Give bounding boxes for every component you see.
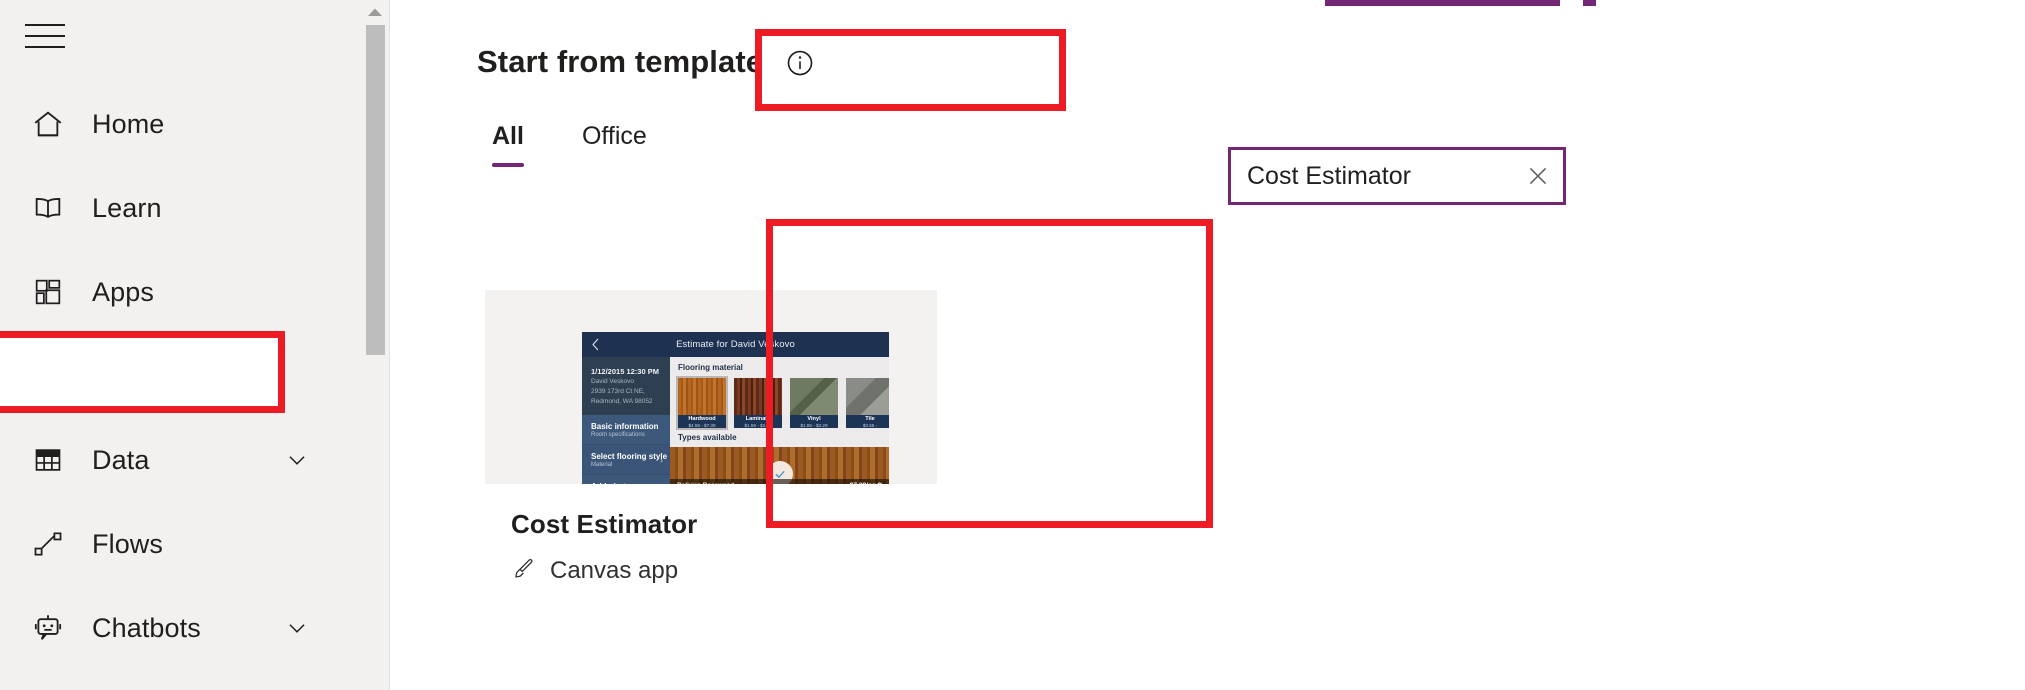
mock-top-bar: Estimate for David Veskovo bbox=[582, 332, 889, 357]
mock-nav-title: Basic information bbox=[591, 422, 659, 432]
mock-hero-material: Bolivian Rosewood $7.39/sq ft bbox=[670, 447, 889, 484]
material-swatch: Vinyl $1.85 - $2.29 bbox=[790, 378, 838, 428]
chevron-down-icon[interactable] bbox=[284, 615, 310, 641]
material-texture bbox=[790, 378, 838, 415]
bot-icon bbox=[26, 606, 70, 650]
app-preview-mock: Estimate for David Veskovo 1/12/2015 12:… bbox=[582, 332, 889, 484]
material-caption: Tile $3.55 - bbox=[846, 415, 889, 428]
material-swatch: Tile $3.55 - bbox=[846, 378, 889, 428]
tab-office[interactable]: Office bbox=[568, 122, 661, 167]
tab-active-underline bbox=[492, 163, 524, 167]
mock-nav-subtitle: Room specifications bbox=[591, 432, 645, 439]
table-icon bbox=[26, 438, 70, 482]
hamburger-menu-icon[interactable] bbox=[22, 16, 68, 56]
material-swatch-row: Hardwood $4.59 - $7.39 Laminate $1.59 - … bbox=[676, 376, 889, 430]
main-content-area: Start from template All Office Cost Esti… bbox=[390, 0, 2025, 690]
mock-nav-row: Add photos Capture photos bbox=[582, 475, 670, 484]
sidebar-item-label: Chatbots bbox=[92, 612, 201, 643]
material-price: $4.59 - $7.39 bbox=[688, 422, 716, 428]
material-name: Laminate bbox=[745, 416, 771, 422]
sidebar-item-home[interactable]: Home bbox=[0, 82, 360, 166]
material-price: $1.85 - $2.29 bbox=[800, 422, 828, 428]
template-card-title: Cost Estimator bbox=[511, 509, 698, 539]
mock-right-panel: Flooring material Hardwood $4.59 - $7.39 bbox=[670, 357, 889, 484]
material-price: $3.55 - bbox=[862, 422, 878, 428]
material-texture bbox=[734, 378, 782, 415]
material-caption: Hardwood $4.59 - $7.39 bbox=[678, 415, 726, 428]
home-icon bbox=[26, 102, 70, 146]
mock-nav-title: Select flooring style bbox=[591, 452, 668, 462]
chevron-right-icon: › bbox=[660, 454, 663, 465]
flow-icon bbox=[26, 522, 70, 566]
sidebar-item-label: Create bbox=[92, 360, 177, 391]
mock-nav-row: Basic information Room specifications bbox=[582, 415, 670, 446]
hamburger-bar bbox=[25, 46, 65, 48]
mock-nav-row: Select flooring style Material › bbox=[582, 445, 670, 476]
plus-icon bbox=[26, 354, 70, 398]
sidebar-item-label: Data bbox=[92, 444, 150, 475]
material-texture bbox=[846, 378, 889, 415]
sidebar-item-data[interactable]: Data bbox=[0, 418, 360, 502]
template-card-body: Cost Estimator Canvas app bbox=[485, 484, 937, 600]
material-swatch: Laminate $1.59 - $2.39 bbox=[734, 378, 782, 428]
sidebar-item-label: Home bbox=[92, 108, 165, 139]
template-search-box[interactable] bbox=[1228, 147, 1566, 205]
tab-label: Office bbox=[581, 122, 647, 150]
mock-address-line2: Redmond, WA 98052 bbox=[591, 398, 653, 406]
material-caption: Vinyl $1.85 - $2.29 bbox=[790, 415, 838, 428]
template-filter-tabs: All Office bbox=[478, 122, 661, 167]
template-card-cost-estimator[interactable]: Estimate for David Veskovo 1/12/2015 12:… bbox=[485, 290, 937, 600]
apps-grid-icon bbox=[26, 270, 70, 314]
sidebar-item-label: Flows bbox=[92, 528, 164, 559]
material-name: Hardwood bbox=[688, 416, 716, 422]
sidebar-item-label: Apps bbox=[92, 276, 154, 307]
template-card-type-label: Canvas app bbox=[550, 556, 679, 584]
hamburger-bar bbox=[25, 35, 65, 37]
material-caption: Laminate $1.59 - $2.39 bbox=[734, 415, 782, 428]
scrollbar-thumb[interactable] bbox=[366, 25, 385, 355]
page-heading: Start from template bbox=[477, 44, 815, 80]
material-name: Vinyl bbox=[807, 416, 821, 422]
mock-address-line1: 2939 173rd Ct NE, bbox=[591, 388, 645, 396]
material-price: $1.59 - $2.39 bbox=[744, 422, 772, 428]
sidebar-scrollbar[interactable] bbox=[361, 0, 389, 690]
mock-nav-subtitle: Material bbox=[591, 462, 613, 469]
mock-customer-name: David Veskovo bbox=[591, 378, 634, 386]
template-card-type: Canvas app bbox=[511, 556, 911, 586]
sidebar-item-chatbots[interactable]: Chatbots bbox=[0, 586, 360, 670]
cutoff-secondary-marker bbox=[1583, 0, 1596, 6]
sidebar-item-label: Learn bbox=[92, 192, 162, 223]
chevron-down-icon[interactable] bbox=[284, 447, 310, 473]
mock-app-title: Estimate for David Veskovo bbox=[676, 339, 795, 350]
mock-section-label: Flooring material bbox=[678, 363, 743, 372]
hamburger-bar bbox=[25, 24, 65, 26]
sidebar-item-create[interactable]: Create bbox=[0, 334, 360, 418]
mock-timestamp: 1/12/2015 12:30 PM bbox=[591, 367, 659, 376]
template-thumbnail: Estimate for David Veskovo 1/12/2015 12:… bbox=[485, 290, 937, 484]
mock-types-label: Types available bbox=[678, 433, 737, 442]
material-name: Tile bbox=[865, 416, 875, 422]
nav-item-list: Home Learn Apps Create Data Flows Chatbo… bbox=[0, 82, 360, 670]
tab-all[interactable]: All bbox=[478, 122, 538, 167]
material-texture bbox=[678, 378, 726, 415]
mock-left-panel: 1/12/2015 12:30 PM David Veskovo 2939 17… bbox=[582, 357, 670, 484]
cutoff-primary-button[interactable] bbox=[1325, 0, 1560, 6]
info-circle-icon[interactable] bbox=[785, 48, 815, 78]
tab-label: All bbox=[492, 122, 524, 150]
material-swatch: Hardwood $4.59 - $7.39 bbox=[676, 376, 728, 430]
sidebar-item-learn[interactable]: Learn bbox=[0, 166, 360, 250]
sidebar-item-flows[interactable]: Flows bbox=[0, 502, 360, 586]
sidebar-item-apps[interactable]: Apps bbox=[0, 250, 360, 334]
active-indicator bbox=[7, 353, 16, 399]
paintbrush-icon bbox=[511, 556, 536, 586]
close-x-icon[interactable] bbox=[1513, 150, 1563, 202]
left-navigation-panel: Home Learn Apps Create Data Flows Chatbo… bbox=[0, 0, 390, 690]
scroll-up-arrow-icon[interactable] bbox=[361, 0, 389, 24]
page-title: Start from template bbox=[477, 44, 764, 79]
search-input[interactable] bbox=[1231, 150, 1513, 202]
book-icon bbox=[26, 186, 70, 230]
mock-estimate-meta: 1/12/2015 12:30 PM David Veskovo 2939 17… bbox=[582, 357, 670, 407]
